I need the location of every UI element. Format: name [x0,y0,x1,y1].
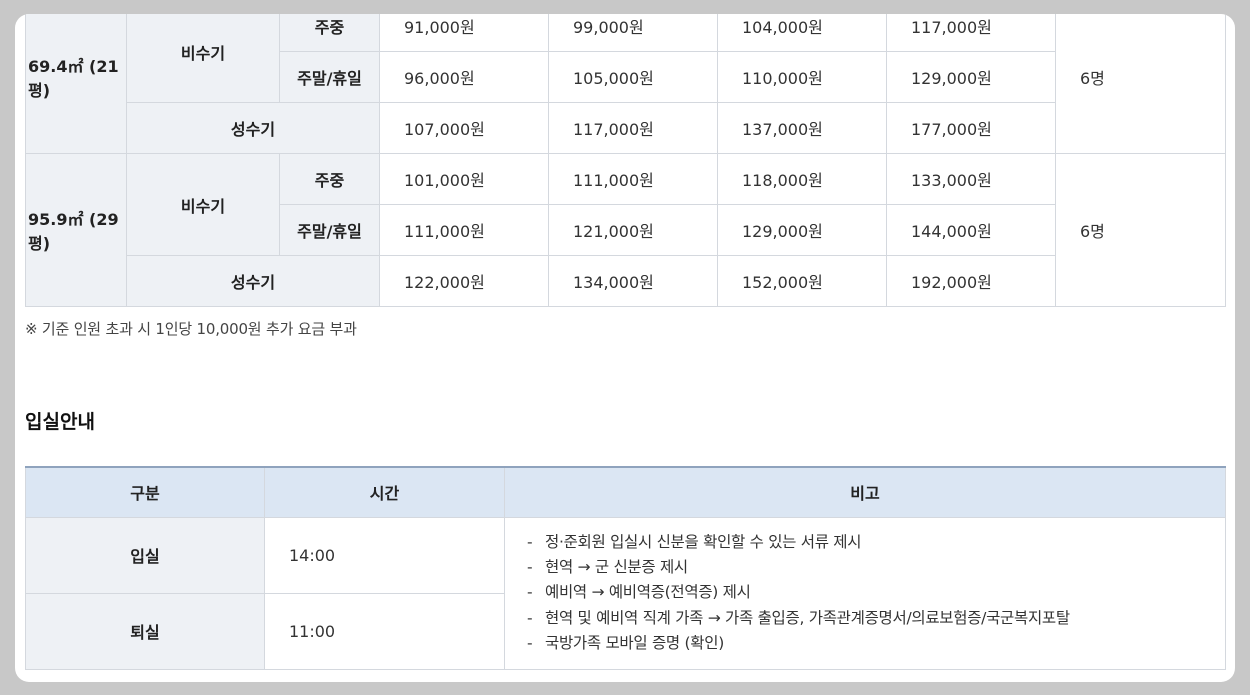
season-label: 비수기 [126,153,280,256]
checkin-time: 14:00 [264,516,505,594]
season-label: 성수기 [126,255,380,307]
column-header: 시간 [264,467,505,518]
table-row: 성수기 122,000원 134,000원 152,000원 192,000원 [26,255,1226,307]
checkin-label: 입실 [25,516,265,594]
price-cell: 117,000원 [886,14,1056,52]
price-cell: 91,000원 [379,14,549,52]
price-cell: 117,000원 [548,102,718,154]
capacity-cell: 6명 [1055,14,1226,154]
price-cell: 144,000원 [886,204,1056,256]
day-type-label: 주말/휴일 [279,204,380,256]
list-item: - 현역 및 예비역 직계 가족 → 가족 출입증, 가족관계증명서/의료보험증/… [527,608,1070,627]
price-cell: 129,000원 [717,204,887,256]
list-item: - 예비역 → 예비역증(전역증) 제시 [527,583,751,602]
list-item: - 현역 → 군 신분증 제시 [527,558,688,577]
table-row: 69.4㎡ (21평) 비수기 주중 91,000원 99,000원 104,0… [25,14,1226,154]
season-label: 비수기 [126,14,280,103]
checkin-notes: - 정·준회원 입실시 신분을 확인할 수 있는 서류 제시 - 현역 → 군 신분… [504,516,1226,670]
surcharge-note: ※ 기준 인원 초과 시 1인당 10,000원 추가 요금 부과 [25,320,357,338]
price-cell: 110,000원 [717,51,887,103]
room-area-label: 69.4㎡ (21평) [25,14,127,154]
price-cell: 111,000원 [379,204,549,256]
section-title: 입실안내 [25,411,95,433]
price-cell: 99,000원 [548,14,718,52]
price-cell: 118,000원 [717,153,887,205]
day-type-label: 주중 [279,14,380,52]
scroll-content: 69.4㎡ (21평) 비수기 주중 91,000원 99,000원 104,0… [25,14,1226,670]
column-header: 비고 [504,467,1226,518]
table-row: 95.9㎡ (29평) 비수기 주중 101,000원 111,000원 118… [25,153,1226,307]
checkout-time: 11:00 [264,592,505,670]
price-cell: 105,000원 [548,51,718,103]
price-cell: 107,000원 [379,102,549,154]
checkin-table: 구분 시간 비고 입실 14:00 - 정·준회원 입실시 신분을 확인할 수 있… [25,466,1226,670]
day-type-label: 주중 [279,153,380,205]
table-row: 성수기 107,000원 117,000원 137,000원 177,000원 [26,102,1226,154]
room-price-table: 69.4㎡ (21평) 비수기 주중 91,000원 99,000원 104,0… [25,14,1226,307]
room-area-label: 95.9㎡ (29평) [25,153,127,307]
notes-list: - 정·준회원 입실시 신분을 확인할 수 있는 서류 제시 - 현역 → 군 신분… [527,530,1225,656]
price-cell: 192,000원 [886,255,1056,307]
price-cell: 152,000원 [717,255,887,307]
price-cell: 177,000원 [886,102,1056,154]
season-label: 성수기 [126,102,380,154]
day-type-label: 주말/휴일 [279,51,380,103]
price-cell: 122,000원 [379,255,549,307]
price-cell: 129,000원 [886,51,1056,103]
price-cell: 137,000원 [717,102,887,154]
price-cell: 121,000원 [548,204,718,256]
table-row: 입실 14:00 - 정·준회원 입실시 신분을 확인할 수 있는 서류 제시 -… [25,516,1226,670]
table-header-row: 구분 시간 비고 [25,467,1226,518]
price-cell: 133,000원 [886,153,1056,205]
price-cell: 101,000원 [379,153,549,205]
column-header: 구분 [25,467,265,518]
price-cell: 111,000원 [548,153,718,205]
price-cell: 134,000원 [548,255,718,307]
list-item: - 국방가족 모바일 증명 (확인) [527,633,724,652]
checkout-label: 퇴실 [25,592,265,670]
price-cell: 96,000원 [379,51,549,103]
price-cell: 104,000원 [717,14,887,52]
list-item: - 정·준회원 입실시 신분을 확인할 수 있는 서류 제시 [527,532,862,551]
content-card: 69.4㎡ (21평) 비수기 주중 91,000원 99,000원 104,0… [15,14,1235,682]
capacity-cell: 6명 [1055,153,1226,307]
